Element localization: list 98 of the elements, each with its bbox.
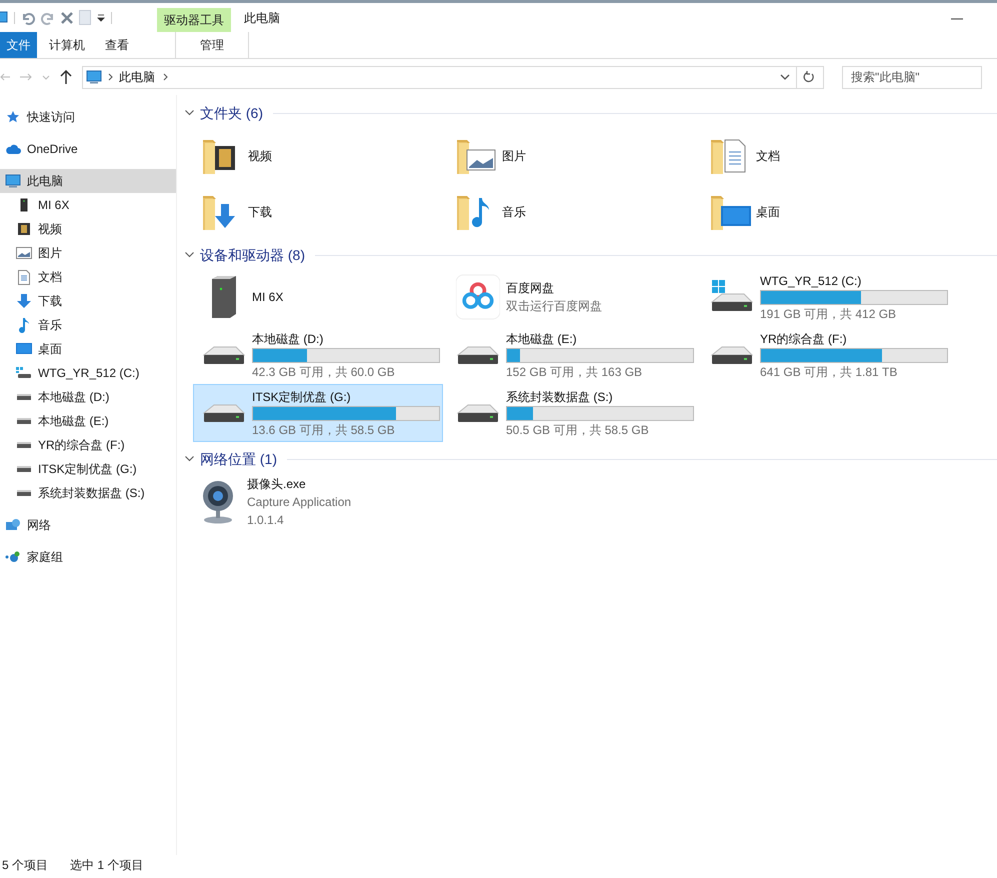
drive-icon <box>17 466 31 472</box>
down-arrow-icon <box>16 293 32 309</box>
drive-icon <box>17 418 31 424</box>
sidebar-item[interactable]: 音乐 <box>0 313 176 337</box>
music-note-icon <box>19 317 29 333</box>
film-icon <box>17 222 31 236</box>
drive-tile[interactable]: MI 6X <box>193 268 443 326</box>
sidebar-item[interactable]: 视频 <box>0 217 176 241</box>
chevron-right-icon[interactable] <box>163 73 168 81</box>
sidebar-item[interactable]: 网络 <box>0 513 176 537</box>
sidebar-item[interactable]: 快速访问 <box>0 105 176 129</box>
drive-subtitle: 双击运行百度网盘 <box>506 298 602 314</box>
sidebar-item[interactable]: 此电脑 <box>0 169 176 193</box>
minimize-button[interactable]: — <box>937 3 977 32</box>
drive-tile[interactable]: 本地磁盘 (E:) 152 GB 可用，共 163 GB <box>447 326 697 384</box>
drive-space: 152 GB 可用，共 163 GB <box>506 364 644 380</box>
desktop-icon <box>16 343 32 355</box>
drive-icon <box>17 442 31 448</box>
sidebar-item[interactable]: 文档 <box>0 265 176 289</box>
folder-tile[interactable]: 桌面 <box>709 184 963 240</box>
section-header: 网络位置 (1) <box>200 450 277 469</box>
file-name: 摄像头.exe <box>247 476 307 493</box>
ribbon-tab[interactable]: 文件 <box>0 32 37 58</box>
device-icon <box>20 198 28 212</box>
selection-count: 选中 1 个项目 <box>70 857 144 874</box>
sidebar-item[interactable]: 家庭组 <box>0 545 176 569</box>
chevron-right-icon[interactable] <box>108 73 113 81</box>
chevron-down-icon[interactable] <box>185 456 194 462</box>
drive-icon <box>456 346 500 364</box>
section-header: 文件夹 (6) <box>200 104 263 123</box>
folder-tile[interactable]: 图片 <box>455 128 709 184</box>
sidebar-item[interactable]: 下载 <box>0 289 176 313</box>
cloud-icon <box>5 143 21 155</box>
section-header: 设备和驱动器 (8) <box>200 246 305 265</box>
window-title: 此电脑 <box>244 10 280 26</box>
system-drive-icon <box>710 280 754 314</box>
drive-icon <box>17 394 31 400</box>
item-count: 5 个项目 <box>2 857 48 874</box>
folder-tile[interactable]: 下载 <box>201 184 455 240</box>
file-version: 1.0.1.4 <box>247 512 285 529</box>
address-field[interactable]: 此电脑 <box>82 66 824 88</box>
folder-tile[interactable]: 音乐 <box>455 184 709 240</box>
cloud-app-icon <box>456 273 500 321</box>
folder-tile[interactable]: 文档 <box>709 128 963 184</box>
contextual-tab-group: 驱动器工具 <box>157 8 231 32</box>
ribbon-tab[interactable]: 查看 <box>92 32 142 58</box>
drive-icon <box>17 490 31 496</box>
sidebar-item[interactable]: 桌面 <box>0 337 176 361</box>
sidebar-item[interactable]: 本地磁盘 (E:) <box>0 409 176 433</box>
star-icon <box>6 110 20 124</box>
monitor-icon <box>86 70 102 84</box>
sidebar-item[interactable]: WTG_YR_512 (C:) <box>0 361 176 385</box>
sidebar-item[interactable]: 本地磁盘 (D:) <box>0 385 176 409</box>
monitor-icon <box>5 174 21 188</box>
device-icon <box>209 275 239 319</box>
search-field[interactable]: 搜索"此电脑" <box>842 66 982 88</box>
document-icon <box>18 270 30 284</box>
close-icon[interactable] <box>61 12 73 24</box>
webcam-icon <box>201 480 235 524</box>
sidebar-item[interactable]: OneDrive <box>0 137 176 161</box>
dropdown-icon[interactable] <box>97 14 105 22</box>
drive-space: 641 GB 可用，共 1.81 TB <box>760 364 898 380</box>
network-icon <box>5 518 21 532</box>
file-description: Capture Application <box>247 494 352 511</box>
drive-space: 13.6 GB 可用，共 58.5 GB <box>252 422 396 438</box>
network-tile[interactable]: 摄像头.exe Capture Application 1.0.1.4 <box>201 474 451 530</box>
homegroup-icon <box>5 551 21 563</box>
ribbon-tab[interactable]: 计算机 <box>42 32 92 58</box>
drive-space: 42.3 GB 可用，共 60.0 GB <box>252 364 396 380</box>
chevron-down-icon[interactable] <box>185 252 194 258</box>
drive-tile[interactable]: ITSK定制优盘 (G:) 13.6 GB 可用，共 58.5 GB <box>193 384 443 442</box>
drive-tile[interactable]: YR的综合盘 (F:) 641 GB 可用，共 1.81 TB <box>701 326 951 384</box>
system-drive-icon <box>16 367 32 379</box>
picture-icon <box>16 247 32 259</box>
sidebar-item[interactable]: 图片 <box>0 241 176 265</box>
undo-icon[interactable] <box>21 10 35 24</box>
drive-icon <box>202 404 246 422</box>
drive-tile[interactable]: 本地磁盘 (D:) 42.3 GB 可用，共 60.0 GB <box>193 326 443 384</box>
ribbon-tab[interactable]: 管理 <box>175 32 249 58</box>
drive-tile[interactable]: 系统封装数据盘 (S:) 50.5 GB 可用，共 58.5 GB <box>447 384 697 442</box>
drive-icon <box>456 404 500 422</box>
breadcrumb[interactable]: 此电脑 <box>119 68 155 86</box>
drive-space: 50.5 GB 可用，共 58.5 GB <box>506 422 650 438</box>
drive-space: 191 GB 可用，共 412 GB <box>760 306 898 322</box>
sidebar-item[interactable]: 系统封装数据盘 (S:) <box>0 481 176 505</box>
chevron-down-icon[interactable] <box>780 74 790 80</box>
folder-tile[interactable]: 视频 <box>201 128 455 184</box>
sidebar-item[interactable]: ITSK定制优盘 (G:) <box>0 457 176 481</box>
refresh-icon[interactable] <box>803 71 815 83</box>
up-arrow-icon[interactable] <box>60 70 72 84</box>
chevron-down-icon[interactable] <box>185 110 194 116</box>
drive-icon <box>202 346 246 364</box>
drive-tile[interactable]: 百度网盘 双击运行百度网盘 <box>447 268 697 326</box>
drive-icon <box>710 346 754 364</box>
monitor-icon[interactable] <box>0 10 8 24</box>
sidebar-item[interactable]: YR的综合盘 (F:) <box>0 433 176 457</box>
drive-tile[interactable]: WTG_YR_512 (C:) 191 GB 可用，共 412 GB <box>701 268 951 326</box>
sidebar-item[interactable]: MI 6X <box>0 193 176 217</box>
